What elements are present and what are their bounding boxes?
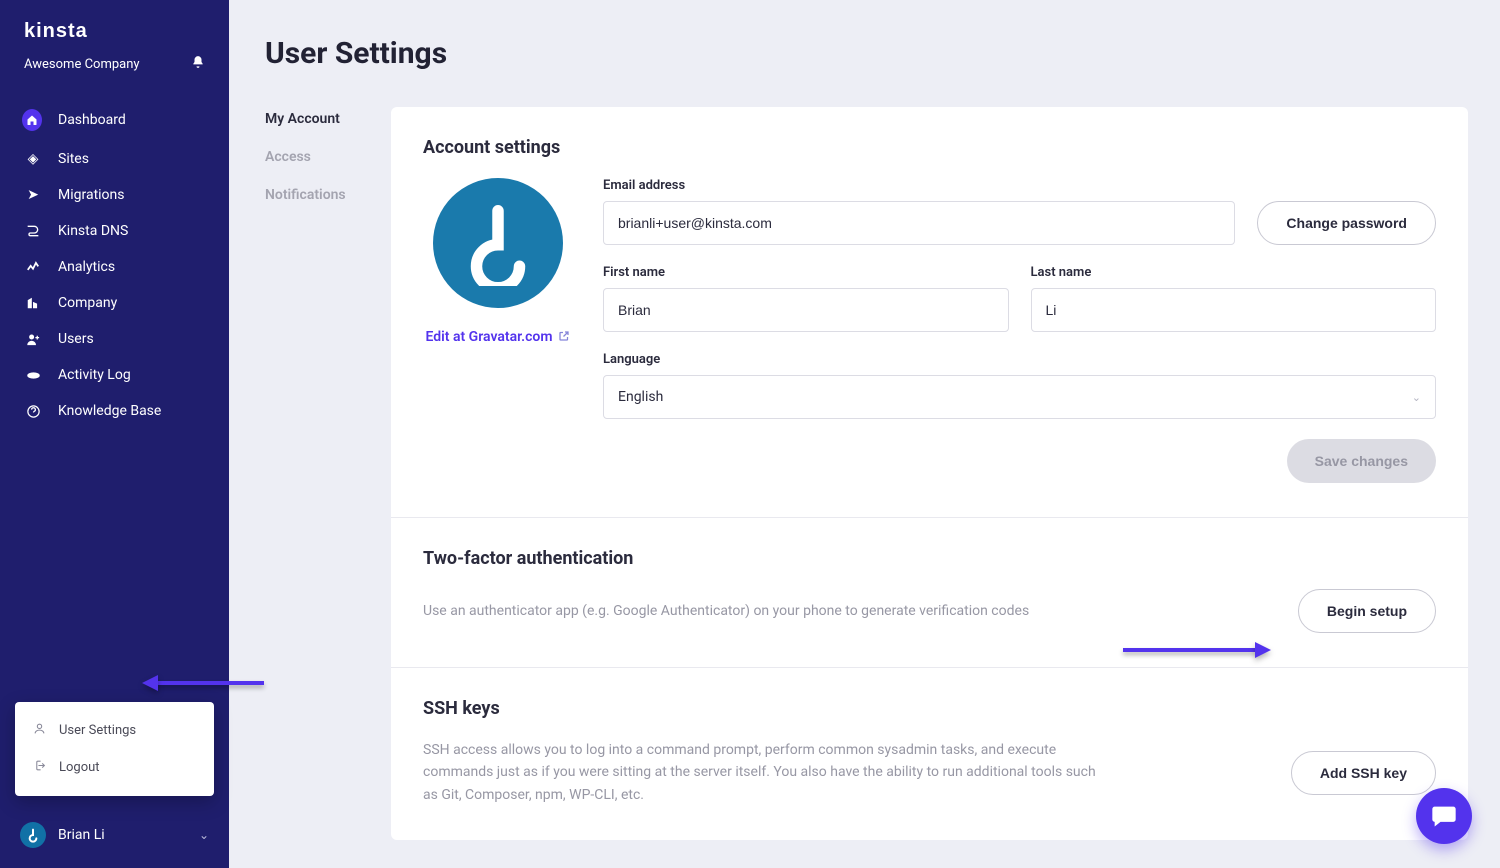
- notifications-bell-icon[interactable]: [191, 55, 205, 73]
- nav-sites[interactable]: ◈ Sites: [0, 141, 229, 177]
- external-link-icon: [558, 330, 570, 345]
- dashboard-icon: [22, 109, 42, 131]
- settings-tabs: My Account Access Notifications: [265, 107, 361, 840]
- nav-label: Sites: [58, 151, 89, 167]
- chevron-down-icon: ⌄: [1412, 391, 1421, 404]
- migrations-icon: ➤: [24, 187, 42, 203]
- nav-label: Knowledge Base: [58, 403, 161, 419]
- email-label: Email address: [603, 178, 1235, 193]
- tab-my-account[interactable]: My Account: [265, 111, 361, 127]
- chat-icon: [1430, 802, 1458, 830]
- nav-users[interactable]: Users: [0, 321, 229, 357]
- gravatar-link[interactable]: Edit at Gravatar.com: [426, 329, 571, 345]
- twofactor-description: Use an authenticator app (e.g. Google Au…: [423, 600, 1029, 622]
- nav-activity-log[interactable]: Activity Log: [0, 357, 229, 393]
- nav-knowledge-base[interactable]: Knowledge Base: [0, 393, 229, 429]
- lastname-label: Last name: [1031, 265, 1437, 280]
- save-changes-button: Save changes: [1287, 439, 1436, 483]
- popup-label: User Settings: [59, 723, 136, 738]
- nav-label: Kinsta DNS: [58, 223, 128, 239]
- annotation-arrow-user-settings: [142, 678, 264, 688]
- user-menu-popup: User Settings Logout: [15, 702, 214, 796]
- user-bar[interactable]: Brian Li ⌄: [0, 808, 229, 868]
- section-ssh: SSH keys SSH access allows you to log in…: [391, 668, 1468, 840]
- chevron-down-icon: ⌄: [199, 828, 209, 842]
- lastname-input[interactable]: [1031, 288, 1437, 332]
- email-input[interactable]: [603, 201, 1235, 245]
- sites-icon: ◈: [24, 151, 42, 167]
- avatar-small: [20, 822, 46, 848]
- firstname-input[interactable]: [603, 288, 1009, 332]
- nav-label: Dashboard: [58, 112, 126, 128]
- main-content: User Settings My Account Access Notifica…: [229, 0, 1500, 868]
- section-two-factor: Two-factor authentication Use an authent…: [391, 518, 1468, 668]
- brand-logo: KINSTA: [0, 0, 229, 51]
- language-label: Language: [603, 352, 1436, 367]
- popup-logout[interactable]: Logout: [15, 749, 214, 786]
- section-title: SSH keys: [423, 698, 1436, 719]
- nav-label: Company: [58, 295, 117, 311]
- activity-icon: [24, 368, 42, 383]
- firstname-label: First name: [603, 265, 1009, 280]
- dns-icon: [24, 223, 42, 239]
- user-name: Brian Li: [58, 827, 105, 843]
- tab-access[interactable]: Access: [265, 149, 361, 165]
- nav-label: Users: [58, 331, 94, 347]
- settings-panel: Account settings Edit at Gravatar.com: [391, 107, 1468, 840]
- analytics-icon: [24, 260, 42, 274]
- help-icon: [24, 404, 42, 419]
- language-select[interactable]: English ⌄: [603, 375, 1436, 419]
- logout-icon: [33, 759, 47, 776]
- user-icon: [33, 722, 47, 739]
- popup-user-settings[interactable]: User Settings: [15, 712, 214, 749]
- section-account: Account settings Edit at Gravatar.com: [391, 107, 1468, 518]
- section-title: Two-factor authentication: [423, 548, 1436, 569]
- tab-notifications[interactable]: Notifications: [265, 187, 361, 203]
- nav-analytics[interactable]: Analytics: [0, 249, 229, 285]
- users-icon: [24, 332, 42, 347]
- change-password-button[interactable]: Change password: [1257, 201, 1436, 245]
- begin-setup-button[interactable]: Begin setup: [1298, 589, 1436, 633]
- nav-migrations[interactable]: ➤ Migrations: [0, 177, 229, 213]
- avatar-large: [433, 178, 563, 308]
- nav-label: Activity Log: [58, 367, 131, 383]
- language-value: English: [618, 389, 663, 405]
- nav-company[interactable]: Company: [0, 285, 229, 321]
- popup-label: Logout: [59, 760, 100, 775]
- sidebar: KINSTA Awesome Company Dashboard ◈ Sites…: [0, 0, 229, 868]
- nav-dashboard[interactable]: Dashboard: [0, 99, 229, 141]
- section-title: Account settings: [423, 137, 1436, 158]
- gravatar-text: Edit at Gravatar.com: [426, 329, 553, 345]
- nav-kinsta-dns[interactable]: Kinsta DNS: [0, 213, 229, 249]
- add-ssh-key-button[interactable]: Add SSH key: [1291, 751, 1436, 795]
- nav-label: Analytics: [58, 259, 115, 275]
- company-icon: [24, 296, 42, 310]
- company-name: Awesome Company: [24, 57, 140, 72]
- ssh-description: SSH access allows you to log into a comm…: [423, 739, 1103, 806]
- chat-launcher[interactable]: [1416, 788, 1472, 844]
- nav-label: Migrations: [58, 187, 125, 203]
- page-title: User Settings: [229, 0, 1500, 71]
- nav-list: Dashboard ◈ Sites ➤ Migrations Kinsta DN…: [0, 89, 229, 429]
- annotation-arrow-begin-setup: [1123, 645, 1271, 655]
